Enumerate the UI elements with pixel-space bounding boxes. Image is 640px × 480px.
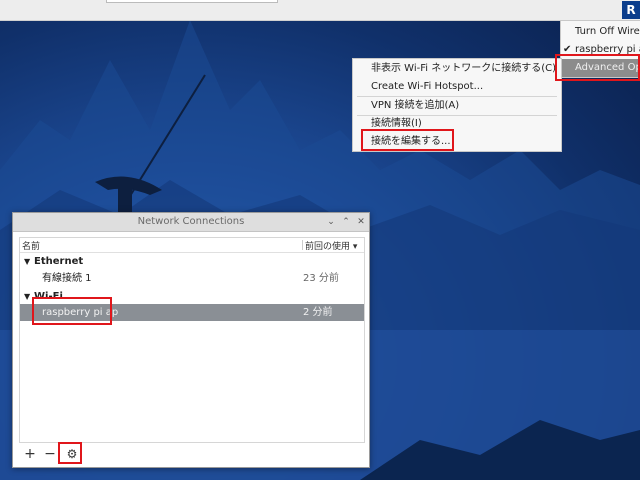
group-row-ethernet[interactable]: ▼ Ethernet — [20, 253, 364, 270]
menu-item-label: 非表示 Wi-Fi ネットワークに接続する(C) — [371, 63, 556, 74]
group-label: Ethernet — [34, 256, 84, 267]
column-header-name[interactable]: 名前 — [22, 239, 40, 252]
close-icon[interactable]: ✕ — [355, 216, 367, 228]
column-header-last-used[interactable]: 前回の使用 ▾ — [305, 239, 357, 252]
add-icon[interactable]: + — [21, 445, 39, 463]
network-connections-window: Network Connections ⌄ ⌃ ✕ 名前 前回の使用 ▾ ▼ E… — [12, 212, 370, 468]
tray-item-label: Turn Off Wireless — [575, 26, 640, 37]
expand-triangle-icon[interactable]: ▼ — [24, 253, 30, 270]
list-item[interactable]: 有線接続 1 23 分前 — [20, 270, 364, 287]
window-titlebar[interactable]: Network Connections ⌄ ⌃ ✕ — [13, 213, 369, 232]
connection-last-used: 23 分前 — [303, 273, 339, 284]
menu-item-connect-hidden-wifi[interactable]: 非表示 Wi-Fi ネットワークに接続する(C) — [353, 60, 561, 78]
top-panel: R — [0, 0, 640, 21]
taskbar-window-button[interactable] — [106, 0, 278, 3]
highlight-raspberry-pi-ap — [32, 297, 112, 325]
menu-item-create-hotspot[interactable]: Create Wi-Fi Hotspot... — [353, 78, 561, 96]
window-title: Network Connections — [137, 216, 245, 227]
highlight-gear-button — [58, 442, 82, 464]
expand-triangle-icon[interactable]: ▼ — [24, 288, 30, 305]
menu-item-label: Create Wi-Fi Hotspot... — [371, 81, 484, 92]
network-tray-icon[interactable]: R — [622, 1, 640, 19]
connections-list: 名前 前回の使用 ▾ ▼ Ethernet 有線接続 1 23 分前 ▼ Wi-… — [19, 237, 365, 443]
minimize-icon[interactable]: ⌄ — [325, 216, 337, 228]
tray-item-turn-off-wireless[interactable]: Turn Off Wireless — [561, 23, 640, 41]
list-header: 名前 前回の使用 ▾ — [20, 238, 364, 253]
connection-last-used: 2 分前 — [303, 307, 333, 318]
menu-item-label: VPN 接続を追加(A) — [371, 100, 460, 111]
connection-name: 有線接続 1 — [42, 273, 92, 284]
remove-icon[interactable]: − — [41, 445, 59, 463]
column-divider — [302, 240, 303, 250]
maximize-icon[interactable]: ⌃ — [340, 216, 352, 228]
highlight-edit-connections — [361, 129, 454, 151]
highlight-advanced-options — [555, 54, 640, 81]
menu-item-add-vpn[interactable]: VPN 接続を追加(A) — [353, 97, 561, 115]
